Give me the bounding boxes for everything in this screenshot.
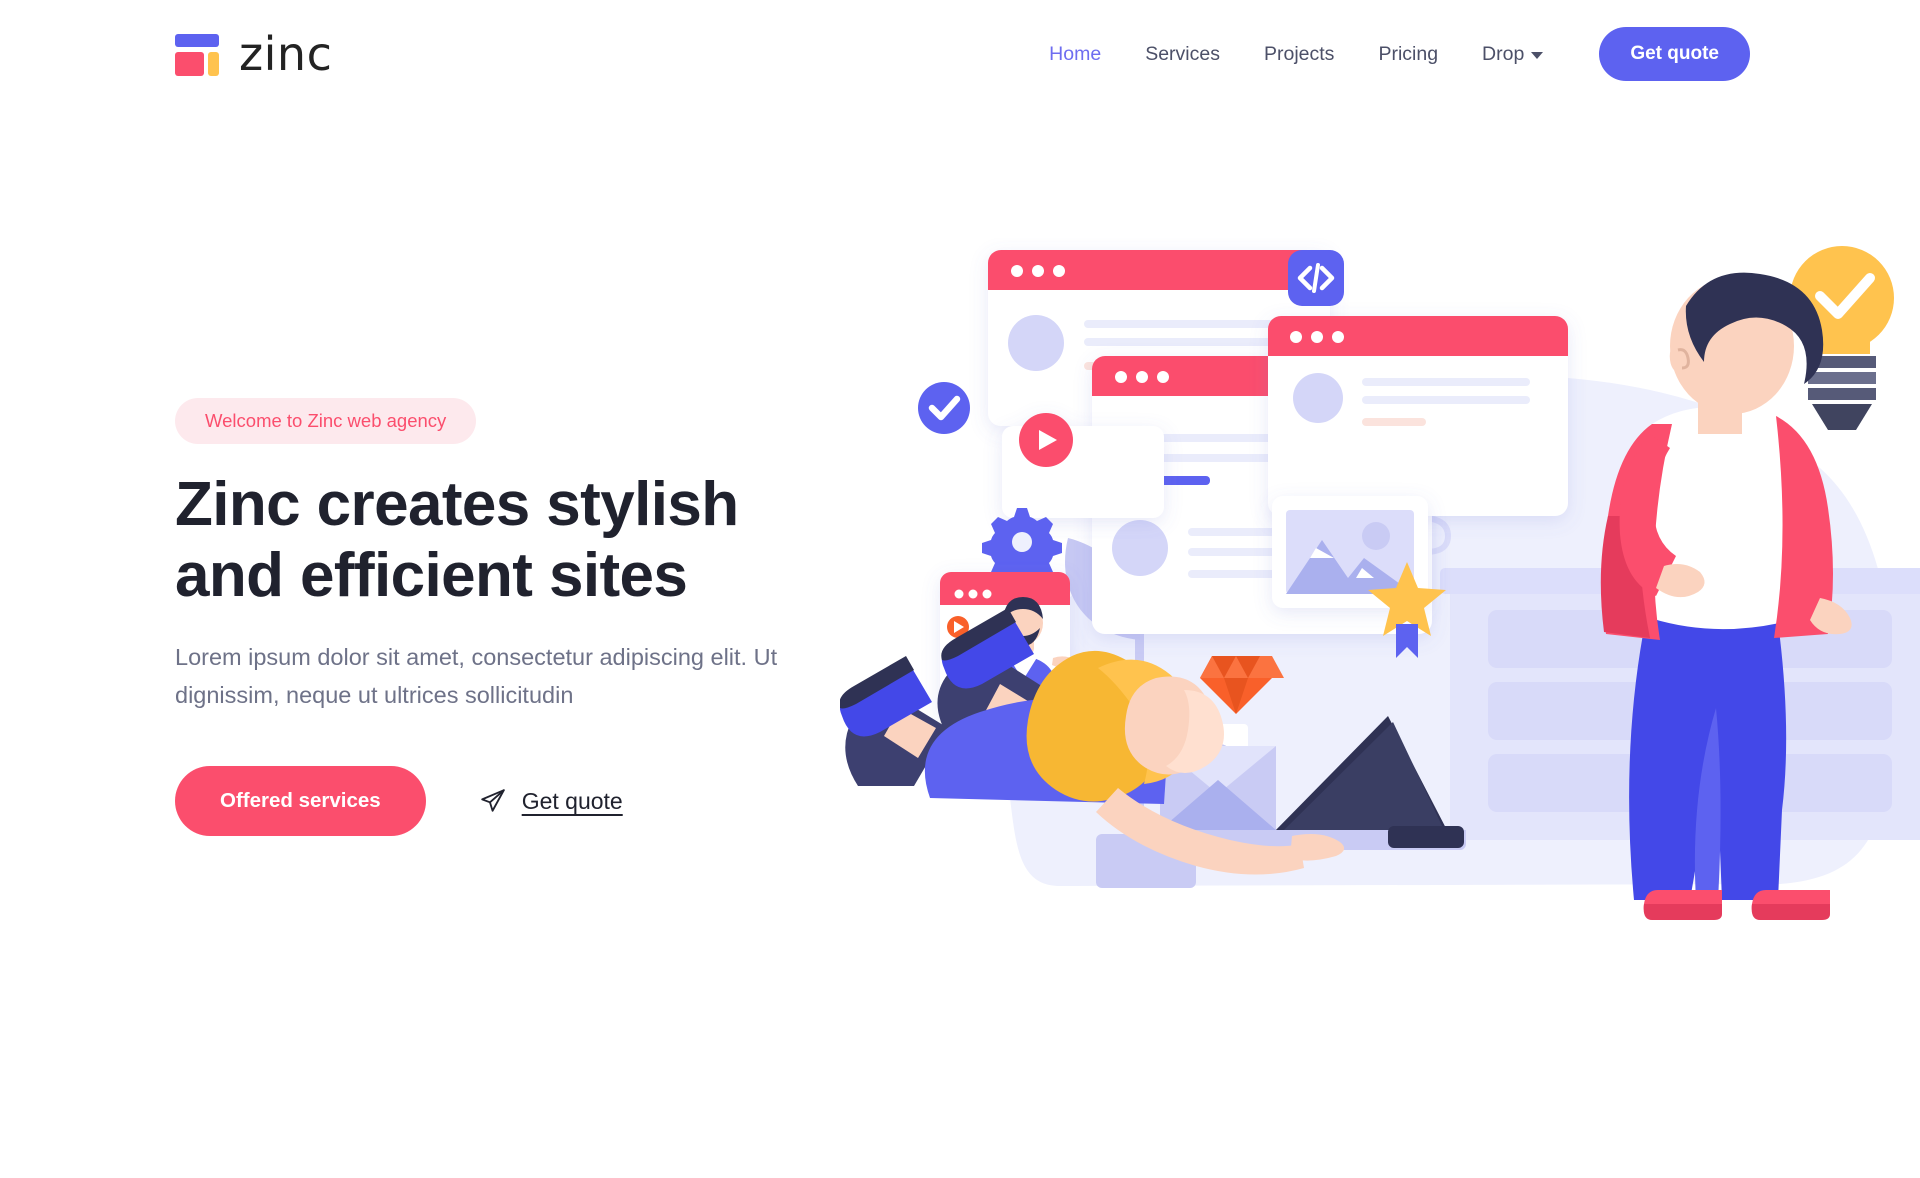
nav-item-services[interactable]: Services — [1123, 33, 1242, 76]
hero-subtitle: Lorem ipsum dolor sit amet, consectetur … — [175, 644, 778, 709]
hero-badge: Welcome to Zinc web agency — [175, 398, 477, 444]
page-title: Zinc creates stylish and efficient sites — [175, 470, 815, 611]
nav-item-pricing[interactable]: Pricing — [1356, 33, 1460, 76]
hero-title-line-2: and efficient sites — [175, 540, 688, 610]
nav-item-drop-label: Drop — [1482, 42, 1525, 65]
nav-item-projects[interactable]: Projects — [1242, 33, 1356, 76]
site-header: zinc Home Services Projects Pricing Drop… — [0, 0, 1920, 108]
paper-plane-icon — [480, 789, 505, 813]
hero-section: Welcome to Zinc web agency Zinc creates … — [175, 398, 815, 837]
hero-actions: Offered services Get quote — [175, 766, 815, 837]
nav-item-drop[interactable]: Drop — [1460, 33, 1565, 76]
brand-name: zinc — [239, 27, 333, 81]
primary-navigation: Home Services Projects Pricing Drop Get … — [1027, 27, 1750, 81]
code-tag-badge — [1288, 250, 1344, 306]
nav-item-home[interactable]: Home — [1027, 33, 1123, 76]
hero-illustration: @ — [840, 238, 1920, 938]
chevron-down-icon — [1531, 52, 1544, 59]
brand-logo[interactable]: zinc — [175, 31, 332, 77]
get-quote-link-label: Get quote — [521, 787, 623, 814]
logo-mark-icon — [175, 32, 219, 76]
get-quote-link[interactable]: Get quote — [480, 788, 623, 815]
browser-window-card — [1268, 316, 1568, 516]
get-quote-button[interactable]: Get quote — [1599, 27, 1750, 81]
hero-title-line-1: Zinc creates stylish — [175, 470, 739, 539]
offered-services-button[interactable]: Offered services — [175, 766, 426, 837]
checkmark-badge — [918, 382, 970, 434]
video-play-card — [1002, 413, 1164, 518]
